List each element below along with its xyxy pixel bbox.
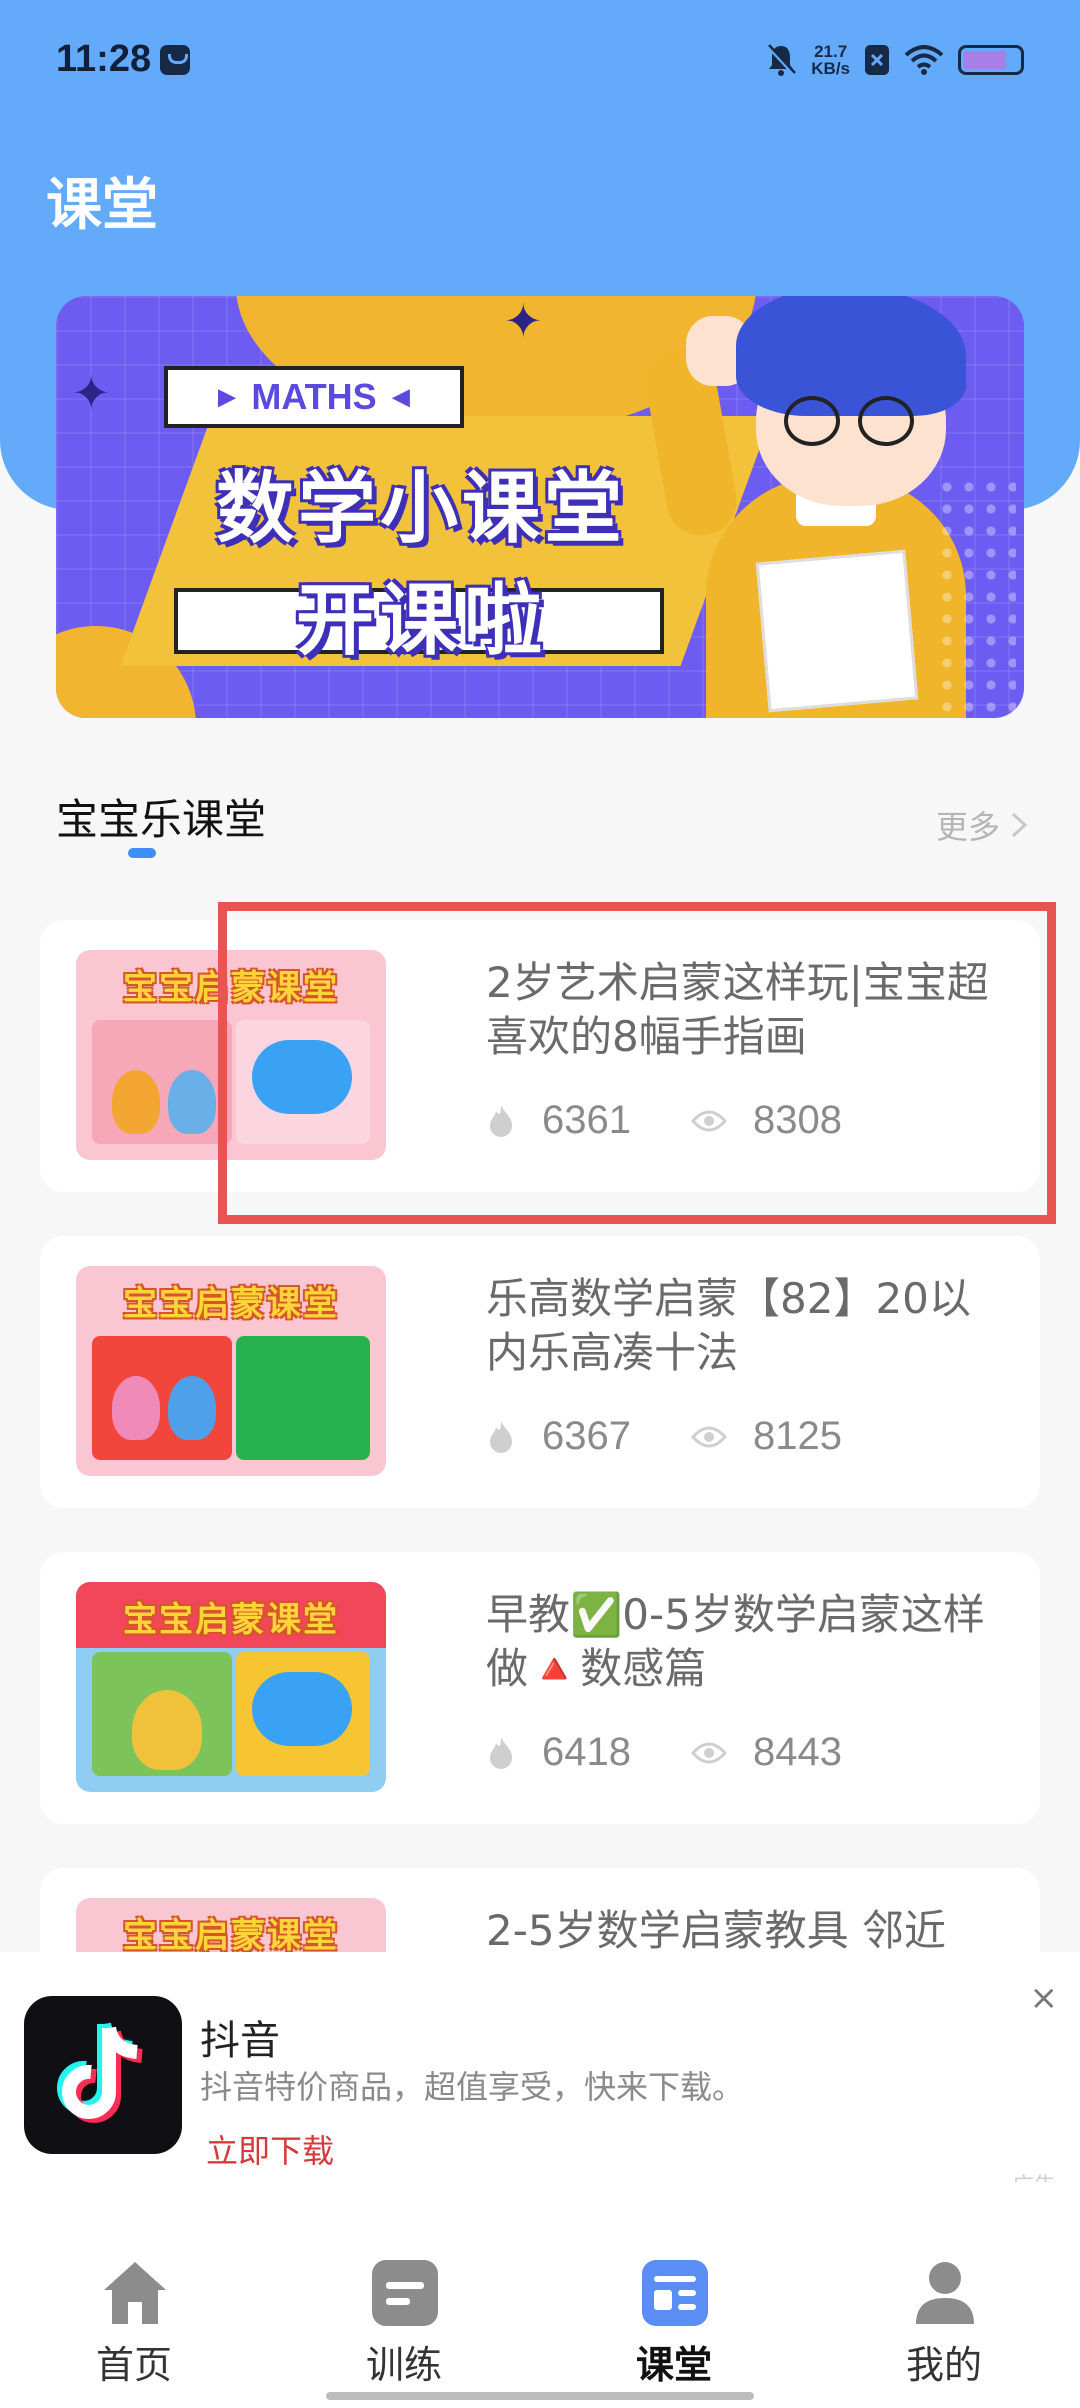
nav-classroom[interactable]: 课堂	[604, 2258, 744, 2388]
teacher-paper	[755, 549, 919, 713]
course-thumbnail: 宝宝启蒙课堂	[76, 1266, 386, 1476]
play-arrow-icon: ▶	[218, 384, 236, 409]
course-stats: 6367 8125	[486, 1414, 902, 1459]
views-stat: 8125	[690, 1414, 842, 1459]
mute-bell-icon	[766, 44, 797, 76]
nav-label: 我的	[905, 2343, 982, 2387]
section-title: 宝宝乐课堂	[56, 795, 267, 844]
likes-count: 6367	[542, 1414, 631, 1458]
course-stats: 6418 8443	[486, 1730, 902, 1775]
thumbnail-character	[168, 1070, 216, 1134]
bottom-nav: 首页 训练 课堂 我的	[0, 2182, 1080, 2408]
course-card[interactable]: 宝宝启蒙课堂 乐高数学启蒙【82】20以内乐高凑十法 6367 8125	[40, 1236, 1040, 1508]
views-count: 8125	[752, 1414, 842, 1458]
training-icon	[372, 2260, 438, 2326]
course-title: 早教✅0-5岁数学启蒙这样做🔺数感篇	[486, 1590, 985, 1693]
wifi-icon	[904, 45, 944, 75]
network-speed: 21.7 KB/s	[811, 43, 850, 77]
ad-download-button[interactable]: 立即下载	[206, 2126, 334, 2172]
home-icon	[104, 2262, 166, 2324]
chevron-right-icon	[1011, 812, 1028, 838]
banner-maths-label: MATHS	[251, 376, 377, 417]
page-title: 课堂	[46, 173, 158, 238]
thumbnail-character	[112, 1070, 160, 1134]
promo-banner[interactable]: ▶ MATHS ◀ 数学小课堂 开课啦 ✦ ✦	[56, 296, 1024, 718]
thumbnail-label: 宝宝启蒙课堂	[123, 1916, 339, 1956]
more-label: 更多	[935, 808, 1000, 846]
nav-profile[interactable]: 我的	[874, 2258, 1014, 2388]
more-link[interactable]: 更多	[936, 802, 1028, 848]
views-count: 8443	[752, 1730, 842, 1774]
banner-title-line1: 数学小课堂	[216, 464, 627, 554]
course-title: 2-5岁数学启蒙教具 邻近	[486, 1906, 946, 1955]
likes-stat: 6367	[486, 1414, 631, 1459]
course-thumbnail: 宝宝启蒙课堂	[76, 1582, 386, 1792]
classroom-icon	[642, 2260, 708, 2326]
section-indicator	[128, 848, 156, 858]
ad-description: 抖音特价商品，超值享受，快来下载。	[200, 2068, 745, 2106]
network-speed-value: 21.7	[814, 42, 848, 61]
likes-stat: 6418	[486, 1730, 631, 1775]
likes-count: 6418	[542, 1730, 631, 1774]
battery-level	[964, 51, 1006, 69]
nav-label: 首页	[95, 2343, 172, 2387]
status-bar: 11:28 21.7 KB/s	[0, 0, 1080, 120]
notification-app-icon	[160, 45, 190, 75]
banner-dot-pattern	[936, 476, 1016, 716]
ad-banner[interactable]: 抖音 抖音特价商品，超值享受，快来下载。 立即下载 × 广告	[0, 1952, 1080, 2199]
teacher-glasses	[776, 396, 926, 446]
back-arrow-icon: ◀	[392, 384, 410, 409]
nav-label: 训练	[365, 2343, 442, 2387]
thumbnail-label: 宝宝启蒙课堂	[123, 1600, 339, 1640]
network-speed-unit: KB/s	[811, 59, 850, 78]
highlight-box	[218, 902, 1056, 1224]
thumbnail-character	[132, 1690, 202, 1770]
thumbnail-character	[168, 1376, 216, 1440]
thumbnail-cloud	[252, 1672, 352, 1746]
banner-maths-tag: ▶ MATHS ◀	[164, 366, 464, 428]
douyin-logo-icon	[24, 1996, 182, 2154]
thumbnail-label: 宝宝启蒙课堂	[123, 1284, 339, 1324]
sparkle-icon: ✦	[504, 296, 543, 348]
status-time: 11:28	[56, 38, 152, 80]
thumbnail-panel	[236, 1336, 370, 1460]
sim-disabled-icon	[865, 45, 889, 75]
status-icons: 21.7 KB/s	[765, 40, 1024, 80]
flame-icon	[490, 1420, 512, 1453]
views-stat: 8443	[690, 1730, 842, 1775]
ad-app-name: 抖音	[200, 2018, 280, 2064]
flame-icon	[490, 1736, 512, 1769]
nav-home[interactable]: 首页	[64, 2258, 204, 2388]
nav-training[interactable]: 训练	[334, 2258, 474, 2388]
eye-icon	[690, 1742, 727, 1763]
course-title: 乐高数学启蒙【82】20以内乐高凑十法	[486, 1274, 971, 1377]
sparkle-icon: ✦	[72, 366, 111, 420]
thumbnail-character	[112, 1376, 160, 1440]
home-indicator	[326, 2392, 754, 2400]
profile-icon	[916, 2262, 974, 2324]
course-card[interactable]: 宝宝启蒙课堂 早教✅0-5岁数学启蒙这样做🔺数感篇 6418 8443	[40, 1552, 1040, 1824]
ad-close-button[interactable]: ×	[1030, 1978, 1059, 2018]
eye-icon	[690, 1426, 727, 1447]
nav-label: 课堂	[635, 2343, 712, 2387]
banner-title-line2: 开课啦	[296, 576, 549, 666]
battery-icon	[958, 45, 1024, 75]
